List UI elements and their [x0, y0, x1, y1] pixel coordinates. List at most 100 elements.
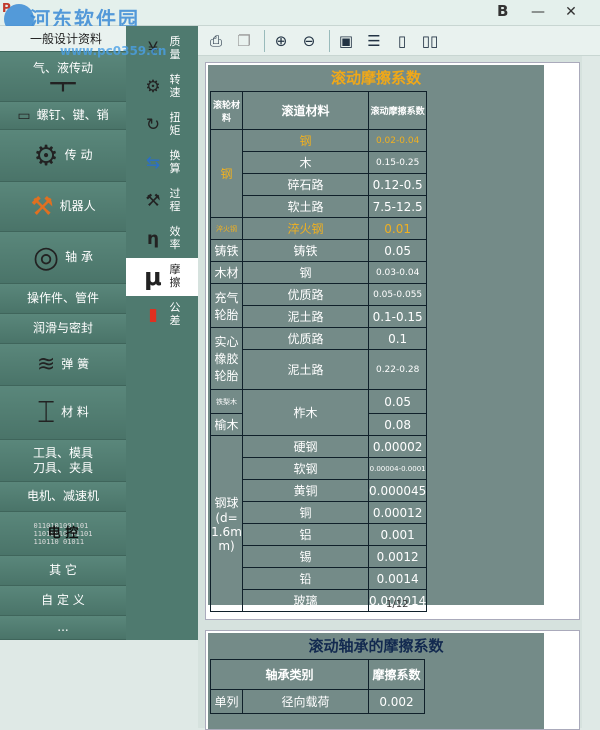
category-label: 弹 簧 — [61, 357, 90, 372]
gear-icon: ⚙ — [33, 139, 59, 172]
table-cell: 黄铜 — [242, 479, 369, 502]
table-header: 滚动摩擦系数 — [367, 91, 428, 130]
sub-label: 转 — [169, 73, 181, 87]
bold-b-label[interactable]: B — [497, 2, 508, 20]
two-page-icon[interactable]: ▯▯ — [418, 29, 442, 53]
page-number: 1/12 — [386, 599, 409, 610]
category-label: 操作件、管件 — [26, 291, 99, 306]
vertical-scrollbar[interactable] — [582, 56, 600, 728]
table-cell: 0.1-0.15 — [367, 305, 428, 328]
sub-label: 速 — [169, 86, 181, 99]
close-button[interactable]: ✕ — [558, 2, 584, 22]
table-cell: 径向载荷 — [242, 689, 369, 714]
beam-icon: ⌶ — [37, 395, 56, 430]
sub-tolerance[interactable]: ▮ 公差 — [126, 296, 198, 334]
sub-process[interactable]: ⚒ 过程 — [126, 182, 198, 220]
table-cell: 木材 — [210, 261, 243, 284]
table-header: 滚轮材料 — [210, 91, 243, 130]
table-cell: 0.05 — [367, 389, 428, 414]
category-spring[interactable]: ≋ 弹 簧 — [0, 344, 126, 386]
sub-label: 量 — [169, 48, 181, 61]
table-cell: 钢 — [242, 261, 369, 284]
category-label: 传 动 — [64, 148, 93, 163]
conversion-icon: ⇆ — [145, 153, 161, 173]
table-cell: 0.1 — [367, 327, 428, 350]
table-cell: 0.001 — [367, 523, 428, 546]
table-cell: 铝 — [242, 523, 369, 546]
table-cell: 玻璃 — [242, 589, 369, 612]
fit-page-icon[interactable]: ▣ — [334, 29, 358, 53]
sub-label: 过 — [169, 187, 181, 201]
table-cell: 榆木 — [210, 413, 243, 436]
category-bearing[interactable]: ◎ 轴 承 — [0, 232, 126, 284]
table-cell: 0.00012 — [367, 501, 428, 524]
zoom-in-icon[interactable]: ⊕ — [269, 29, 293, 53]
table-cell: 0.002 — [368, 689, 425, 714]
table-cell: 0.08 — [367, 413, 428, 436]
table-cell: 铁梨木 — [210, 389, 243, 414]
category-label: 电机、减速机 — [26, 489, 99, 504]
table-cell: 0.22-0.28 — [367, 349, 428, 390]
category-robot[interactable]: ⚒ 机器人 — [0, 182, 126, 232]
sub-label: 率 — [169, 238, 181, 251]
category-label: 工具、模具 刀具、夹具 — [32, 446, 93, 475]
category-transmission[interactable]: ⚙ 传 动 — [0, 130, 126, 182]
document-view[interactable]: 滚动摩擦系数 滚轮材料 滚道材料 滚动摩擦系数 钢 钢 0.02-0.04 木0… — [198, 56, 600, 730]
fit-width-icon[interactable]: ☰ — [362, 29, 386, 53]
category-lubrication[interactable]: 润滑与密封 — [0, 314, 126, 344]
table-cell: 0.000045 — [367, 479, 428, 502]
torque-icon: ↻ — [145, 115, 161, 135]
sub-label: 效 — [169, 225, 181, 239]
table-cell: 淬火钢 — [242, 217, 369, 240]
sub-label: 算 — [169, 162, 181, 175]
print-icon[interactable]: ⎙ — [204, 29, 228, 53]
category-motor[interactable]: 电机、减速机 — [0, 482, 126, 512]
table-cell: 充气轮胎 — [210, 283, 243, 328]
sub-efficiency[interactable]: η 效率 — [126, 220, 198, 258]
category-material[interactable]: ⌶ 材 料 — [0, 386, 126, 440]
sub-conversion[interactable]: ⇆ 换算 — [126, 144, 198, 182]
key-icon: ▭ — [17, 107, 31, 124]
table-cell: 0.00004-0.0001 — [367, 457, 428, 480]
sub-speed[interactable]: ⚙ 转速 — [126, 68, 198, 106]
category-custom[interactable]: 自 定 义 — [0, 586, 126, 616]
table-cell: 铜 — [242, 501, 369, 524]
table-cell: 柞木 — [242, 389, 369, 436]
rolling-friction-table: 滚轮材料 滚道材料 滚动摩擦系数 钢 钢 0.02-0.04 木 0.15-0.2… — [210, 91, 428, 612]
category-more[interactable]: ... — [0, 616, 126, 640]
spring-icon: ≋ — [36, 352, 56, 377]
table-cell: 淬火钢 — [210, 217, 243, 240]
sub-torque[interactable]: ↻ 扭矩 — [126, 106, 198, 144]
category-fasteners[interactable]: ▭ 螺钉、键、销 — [0, 102, 126, 130]
table-cell: 单列 — [210, 689, 243, 714]
eta-icon: η — [146, 229, 160, 249]
panel-footer — [0, 640, 198, 728]
mu-icon: μ — [144, 263, 162, 291]
category-other[interactable]: 其 它 — [0, 556, 126, 586]
sub-label: 程 — [169, 200, 181, 213]
category-pneumatic[interactable]: 气、液传动 ━┳━ — [0, 52, 126, 102]
category-label: 自 定 义 — [41, 593, 85, 608]
subcategory-panel: ¥ 质量 ⚙ 转速 ↻ 扭矩 ⇆ 换算 ⚒ 过程 η 效率 μ 摩擦 ▮ 公差 — [126, 26, 198, 640]
watermark-url: www.pc0359.cn — [60, 44, 167, 58]
toolbar-divider — [329, 29, 330, 52]
bearing-friction-table: 轴承类别 摩擦系数 单列 径向载荷 0.002 — [210, 659, 425, 714]
category-label: 气、液传动 — [32, 61, 93, 76]
category-tools[interactable]: 工具、模具 刀具、夹具 — [0, 440, 126, 482]
category-label: 其 它 — [49, 563, 77, 578]
bearing-icon: ◎ — [32, 240, 60, 275]
table-cell: 软土路 — [242, 195, 369, 218]
copy-icon[interactable]: ❐ — [232, 29, 256, 53]
rolling-friction-table-container: 滚动摩擦系数 滚轮材料 滚道材料 滚动摩擦系数 钢 钢 0.02-0.04 木0… — [208, 65, 544, 612]
single-page-icon[interactable]: ▯ — [390, 29, 414, 53]
category-electric-control[interactable]: 0110101001101 11010010 01101 110110 01011 … — [0, 512, 126, 556]
sub-friction[interactable]: μ 摩擦 — [126, 258, 198, 296]
category-label: 机器人 — [59, 199, 96, 214]
table-title: 滚动轴承的摩擦系数 — [308, 637, 444, 655]
zoom-out-icon[interactable]: ⊖ — [297, 29, 321, 53]
category-operating-parts[interactable]: 操作件、管件 — [0, 284, 126, 314]
category-panel: 一般设计资料 气、液传动 ━┳━ ▭ 螺钉、键、销 ⚙ 传 动 ⚒ 机器人 ◎ … — [0, 26, 126, 640]
minimize-button[interactable]: — — [525, 2, 551, 22]
table-cell: 实心橡胶轮胎 — [210, 327, 243, 390]
table-cell: 软钢 — [242, 457, 369, 480]
